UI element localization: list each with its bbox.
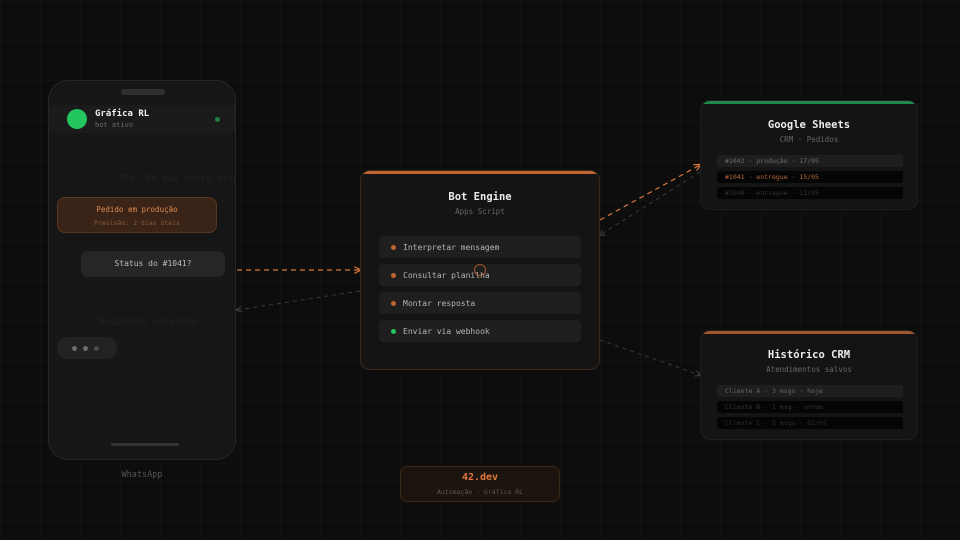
phone-notch <box>121 89 165 95</box>
connector-engine-to-sheets <box>599 165 700 221</box>
contact-status: bot ativo <box>95 120 133 129</box>
engine-accent-bar <box>361 171 599 174</box>
history-title: Histórico CRM <box>767 349 851 361</box>
sheets-accent-bar <box>701 101 917 104</box>
step-label: Interpretar mensagem <box>403 242 500 252</box>
typing-dot <box>83 345 88 351</box>
step-dot <box>391 328 396 334</box>
phone-caption: WhatsApp <box>121 470 163 480</box>
step-dot <box>391 244 396 250</box>
brand-name: 42.dev <box>461 472 499 483</box>
step-dot <box>391 272 396 278</box>
step-label: Enviar via webhook <box>403 326 490 336</box>
engine-step: Enviar via webhook <box>379 320 581 342</box>
engine-subtitle: Apps Script <box>455 207 505 216</box>
online-indicator <box>215 117 220 122</box>
phone-mockup: Gráfica RL bot ativo Olá! Em que posso a… <box>48 80 236 460</box>
crm-history-card: Histórico CRM Atendimentos salvos Client… <box>700 330 918 440</box>
sheets-subtitle: CRM · Pedidos <box>779 135 839 144</box>
brand-subtitle: Automação · Gráfica RL <box>436 488 524 496</box>
connector-engine-to-phone <box>237 290 361 310</box>
step-label: Montar resposta <box>403 298 476 308</box>
avatar <box>67 109 87 129</box>
typing-dot <box>72 345 77 351</box>
engine-step: Interpretar mensagem <box>379 236 581 258</box>
google-sheets-card: Google Sheets CRM · Pedidos #1042 · prod… <box>700 100 918 210</box>
message-bubble-question: Status do #1041? <box>81 251 225 277</box>
brand-badge: 42.dev Automação · Gráfica RL <box>400 466 560 502</box>
sheets-title: Google Sheets <box>767 119 851 131</box>
faded-message-top: Olá! Em que posso ajudar? <box>119 174 235 184</box>
engine-title: Bot Engine <box>448 191 512 203</box>
sheets-row: #1042 · produção · 17/05 <box>717 155 903 167</box>
typing-indicator <box>57 337 117 359</box>
engine-step: Montar resposta <box>379 292 581 314</box>
home-bar <box>111 443 179 446</box>
pulse-indicator <box>474 264 486 276</box>
typing-dot <box>94 345 99 351</box>
history-row: Cliente A · 3 msgs · hoje <box>717 385 903 397</box>
connector-engine-to-history <box>599 339 700 375</box>
sheets-row: #1040 · entregue · 12/05 <box>717 187 903 199</box>
bot-engine-card: Bot Engine Apps Script Interpretar mensa… <box>360 170 600 370</box>
faded-message-bottom: Digitando resposta... <box>99 317 213 327</box>
sheets-row: #1041 · entregue · 15/05 <box>717 171 903 183</box>
chat-header: Gráfica RL bot ativo <box>49 105 235 133</box>
step-dot <box>391 300 396 306</box>
history-subtitle: Atendimentos salvos <box>766 365 852 374</box>
connector-sheets-to-engine <box>600 171 701 235</box>
history-row: Cliente C · 5 msgs · 02/05 <box>717 417 903 429</box>
message-bubble-status: Pedido em produção Previsão: 2 dias útei… <box>57 197 217 233</box>
contact-name: Gráfica RL <box>95 108 150 119</box>
history-row: Cliente B · 1 msg · ontem <box>717 401 903 413</box>
bubble-status-title: Pedido em produção <box>96 205 178 214</box>
bubble-status-subtitle: Previsão: 2 dias úteis <box>93 219 181 227</box>
history-accent-bar <box>701 331 917 334</box>
